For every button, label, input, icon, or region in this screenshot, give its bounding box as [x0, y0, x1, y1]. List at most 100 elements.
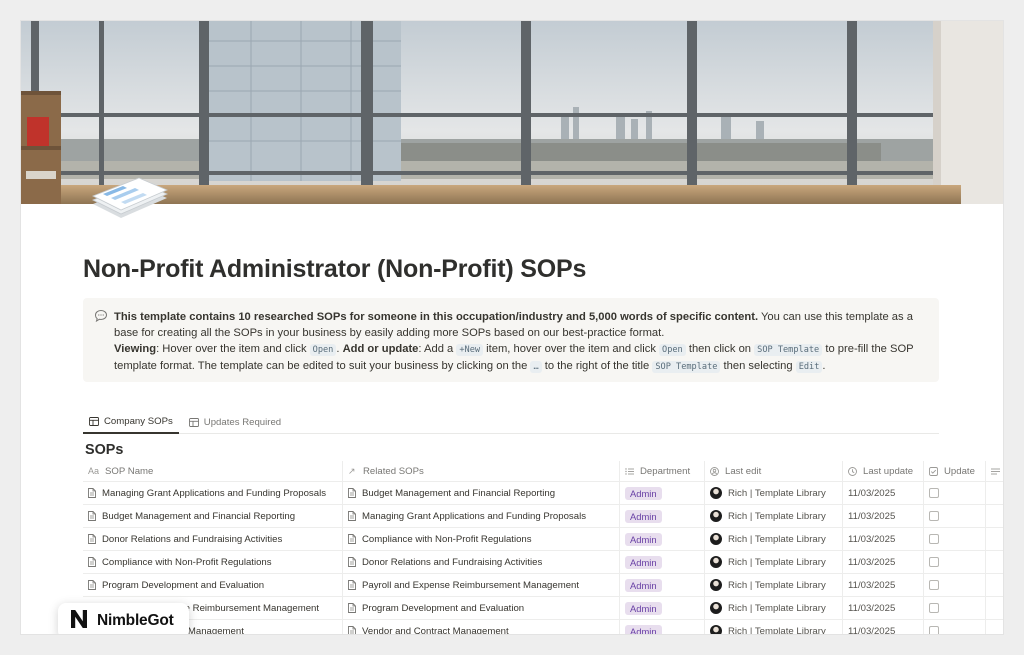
update-checkbox[interactable]	[929, 534, 939, 544]
sop-name: Donor Relations and Fundraising Activiti…	[102, 533, 283, 545]
last-update-cell: 11/03/2025	[843, 574, 924, 596]
column-header-related-sops[interactable]: ↗ Related SOPs	[343, 461, 620, 481]
related-sop-link[interactable]: Payroll and Expense Reimbursement Manage…	[362, 580, 579, 591]
extra-cell	[986, 482, 1003, 504]
update-cell[interactable]	[924, 482, 986, 504]
tab-company-sops[interactable]: Company SOPs	[83, 410, 179, 434]
update-checkbox[interactable]	[929, 603, 939, 613]
last-edit-cell: Rich | Template Library	[705, 620, 843, 634]
last-update-date: 11/03/2025	[848, 487, 896, 499]
tab-label: Company SOPs	[104, 415, 173, 427]
relation-arrow-icon: ↗	[348, 465, 356, 476]
department-cell[interactable]: Admin	[620, 505, 705, 527]
department-cell[interactable]: Admin	[620, 551, 705, 573]
page-icon	[88, 511, 96, 521]
sop-name-cell[interactable]: Donor Relations and Fundraising Activiti…	[83, 528, 343, 550]
tab-updates-required[interactable]: Updates Required	[183, 410, 287, 434]
related-sop-cell[interactable]: Program Development and Evaluation	[343, 597, 620, 619]
page-title: Non-Profit Administrator (Non-Profit) SO…	[83, 255, 587, 283]
related-sop-cell[interactable]: Budget Management and Financial Reportin…	[343, 482, 620, 504]
related-sop-link[interactable]: Program Development and Evaluation	[362, 603, 524, 614]
update-checkbox[interactable]	[929, 580, 939, 590]
extra-cell	[986, 597, 1003, 619]
department-tag: Admin	[625, 624, 662, 634]
table-row[interactable]: Payroll and Expense Reimbursement Manage…	[83, 597, 1003, 620]
department-cell[interactable]: Admin	[620, 574, 705, 596]
sop-name: Program Development and Evaluation	[102, 579, 265, 591]
callout-paragraph-1: This template contains 10 researched SOP…	[114, 309, 925, 341]
update-checkbox[interactable]	[929, 626, 939, 634]
department-cell[interactable]: Admin	[620, 528, 705, 550]
column-label: Last update	[863, 465, 914, 477]
new-code: +New	[456, 344, 484, 356]
related-sop-cell[interactable]: Managing Grant Applications and Funding …	[343, 505, 620, 527]
update-checkbox[interactable]	[929, 557, 939, 567]
clock-icon	[848, 466, 857, 476]
last-update-date: 11/03/2025	[848, 579, 896, 591]
sop-template-code: SOP Template	[652, 361, 721, 373]
table-row[interactable]: Event Planning and ManagementVendor and …	[83, 620, 1003, 634]
column-header-more[interactable]	[986, 461, 1003, 481]
sop-name: Compliance with Non-Profit Regulations	[102, 556, 272, 568]
avatar	[710, 602, 722, 614]
text-lines-icon	[991, 467, 1000, 476]
last-edit-cell: Rich | Template Library	[705, 551, 843, 573]
stacked-documents-icon[interactable]	[89, 174, 169, 222]
page-icon	[88, 534, 96, 544]
related-sop-cell[interactable]: Vendor and Contract Management	[343, 620, 620, 634]
column-label: Related SOPs	[363, 465, 424, 477]
department-cell[interactable]: Admin	[620, 597, 705, 619]
avatar	[710, 533, 722, 545]
update-cell[interactable]	[924, 505, 986, 527]
column-header-last-edit[interactable]: Last edit	[705, 461, 843, 481]
last-edit-cell: Rich | Template Library	[705, 574, 843, 596]
related-sop-cell[interactable]: Compliance with Non-Profit Regulations	[343, 528, 620, 550]
sop-name-cell[interactable]: Program Development and Evaluation	[83, 574, 343, 596]
column-header-department[interactable]: Department	[620, 461, 705, 481]
extra-cell	[986, 551, 1003, 573]
update-checkbox[interactable]	[929, 511, 939, 521]
column-label: Last edit	[725, 465, 762, 477]
column-header-update[interactable]: Update	[924, 461, 986, 481]
update-cell[interactable]	[924, 528, 986, 550]
table-row[interactable]: Donor Relations and Fundraising Activiti…	[83, 528, 1003, 551]
related-sop-link[interactable]: Donor Relations and Fundraising Activiti…	[362, 557, 542, 568]
table-row[interactable]: Compliance with Non-Profit Regulations Do…	[83, 551, 1003, 574]
related-sop-cell[interactable]: Donor Relations and Fundraising Activiti…	[343, 551, 620, 573]
update-cell[interactable]	[924, 597, 986, 619]
nimblegot-logo-icon	[68, 608, 90, 635]
sop-name-cell[interactable]: Compliance with Non-Profit Regulations	[83, 551, 343, 573]
extra-cell	[986, 620, 1003, 634]
related-sop-link[interactable]: Vendor and Contract Management	[362, 626, 509, 635]
sop-name-cell[interactable]: Managing Grant Applications and Funding …	[83, 482, 343, 504]
update-checkbox[interactable]	[929, 488, 939, 498]
last-edit-cell: Rich | Template Library	[705, 482, 843, 504]
department-cell[interactable]: Admin	[620, 620, 705, 634]
page-icon	[348, 557, 356, 567]
person-icon	[710, 466, 719, 476]
department-cell[interactable]: Admin	[620, 482, 705, 504]
sop-name-cell[interactable]: Budget Management and Financial Reportin…	[83, 505, 343, 527]
related-sop-link[interactable]: Budget Management and Financial Reportin…	[362, 488, 555, 499]
related-sop-cell[interactable]: Payroll and Expense Reimbursement Manage…	[343, 574, 620, 596]
callout-text: to the right of the title	[541, 360, 653, 372]
last-update-cell: 11/03/2025	[843, 505, 924, 527]
update-cell[interactable]	[924, 551, 986, 573]
callout-text: : Add a	[418, 343, 457, 355]
update-cell[interactable]	[924, 574, 986, 596]
related-sop-link[interactable]: Managing Grant Applications and Funding …	[362, 511, 586, 522]
last-update-cell: 11/03/2025	[843, 482, 924, 504]
database-view-tabs: Company SOPs Updates Required	[83, 410, 939, 434]
department-tag: Admin	[625, 486, 662, 500]
department-tag: Admin	[625, 509, 662, 523]
update-cell[interactable]	[924, 620, 986, 634]
column-header-last-update[interactable]: Last update	[843, 461, 924, 481]
table-row[interactable]: Program Development and Evaluation Payrol…	[83, 574, 1003, 597]
last-update-cell: 11/03/2025	[843, 528, 924, 550]
table-row[interactable]: Budget Management and Financial Reportin…	[83, 505, 1003, 528]
table-row[interactable]: Managing Grant Applications and Funding …	[83, 482, 1003, 505]
column-label: Department	[640, 465, 691, 477]
related-sop-link[interactable]: Compliance with Non-Profit Regulations	[362, 534, 532, 545]
add-update-label: Add or update	[342, 343, 419, 355]
column-header-sop-name[interactable]: Aa SOP Name	[83, 461, 343, 481]
